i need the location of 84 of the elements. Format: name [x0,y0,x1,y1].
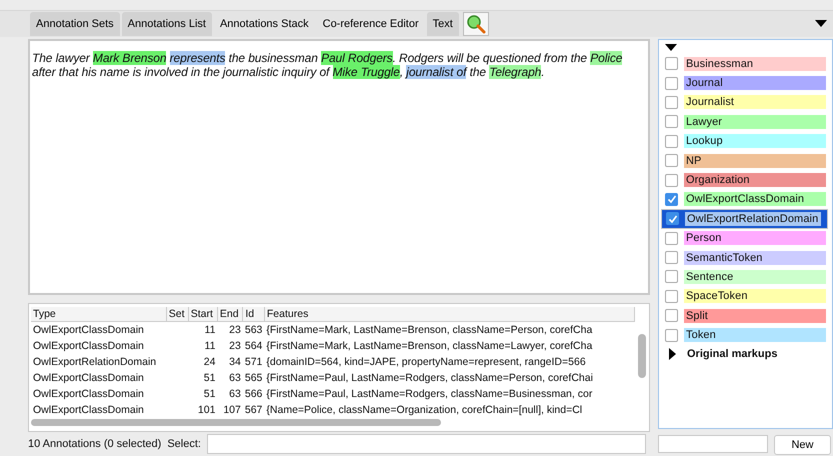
tab[interactable]: Text [426,12,459,36]
annotation-type-label[interactable]: Sentence [684,270,826,284]
table-cell: 11 [188,322,218,338]
tab[interactable]: Annotations List [122,12,212,36]
table-cell-text: {FirstName=Paul, LastName=Rodgers, className=Person, corefChai [265,371,594,386]
table-cell-text: 23 [228,339,242,354]
dropdown-icon[interactable] [815,20,827,28]
annotation-type-label[interactable]: OwlExportRelationDomain [685,212,821,226]
annotation-type-label[interactable]: Person [684,231,826,246]
annotation-count: 10 Annotations (0 selected) [28,438,162,450]
table-cell-text: 567 [244,403,264,418]
annotation-type-label[interactable]: OwlExportClassDomain [684,192,826,206]
checkbox[interactable] [665,290,678,303]
checkbox[interactable] [666,212,679,226]
column-header[interactable]: Start [188,307,218,322]
select-field[interactable] [206,434,646,454]
document-text-area[interactable] [28,39,650,295]
table-cell-text: 11 [204,339,216,354]
table-cell-text: OwlExportRelationDomain [32,355,158,370]
table-cell-text: 566 [244,387,264,402]
checkbox[interactable] [665,154,678,168]
table-cell: 23 [217,322,243,338]
checkbox[interactable] [665,96,678,109]
new-button[interactable]: New [774,435,831,455]
checkbox[interactable] [665,134,678,148]
selected-list-row[interactable]: OwlExportRelationDomain [661,209,828,229]
annotation-type-label[interactable]: Lookup [684,134,826,148]
checkbox[interactable] [665,251,678,264]
table-cell-text: 101 [196,403,216,418]
table-cell-text: 51 [202,387,216,402]
annotation-type-label[interactable]: Journalist [684,95,826,110]
table-cell-text: 571 [244,355,264,370]
checkbox[interactable] [665,192,678,206]
checkbox[interactable] [665,232,678,245]
table-cell-text: 107 [222,403,242,418]
checkbox[interactable] [665,270,678,284]
search-button[interactable] [462,12,489,36]
table-cell: OwlExportClassDomain [31,322,166,338]
table-cell-text: OwlExportClassDomain [32,339,145,354]
checkbox[interactable] [665,76,678,90]
table-cell: {FirstName=Mark, LastName=Brenson, className=Person, corefCha [264,322,634,338]
column-header[interactable]: Id [242,307,264,322]
select-label: Select: [167,438,201,450]
tab[interactable]: Co-reference Editor [316,12,425,36]
expand-icon[interactable] [669,348,677,360]
table-cell-text: 34 [228,355,242,370]
table-cell: 563 [242,322,264,338]
table-cell-text: OwlExportClassDomain [32,387,145,402]
table-cell-text: OwlExportClassDomain [32,403,145,418]
annotation-type-label[interactable]: Journal [684,76,826,90]
annotation-type-label[interactable]: Businessman [684,56,826,71]
new-type-field[interactable] [658,435,768,453]
group-label[interactable]: Original markups [687,348,778,360]
annotation-type-label[interactable]: SpaceToken [684,289,826,304]
annotation-type-label[interactable]: SemanticToken [684,250,826,265]
annotation-type-label[interactable]: Organization [684,173,826,188]
table-cell-text: 24 [202,355,216,370]
checkbox[interactable] [665,328,678,342]
table-cell-text: {FirstName=Mark, LastName=Brenson, className=Lawyer, corefCha [265,339,594,354]
annotation-type-label[interactable]: Split [684,308,826,323]
annotation-type-label[interactable]: NP [684,154,826,168]
tab[interactable]: Annotations Stack [214,12,315,36]
collapse-icon[interactable] [665,44,677,52]
tab[interactable]: Annotation Sets [30,12,120,36]
table-cell-text: 565 [244,371,264,386]
checkbox[interactable] [665,115,678,128]
checkbox[interactable] [665,57,678,70]
column-header[interactable]: Set [166,307,188,322]
column-header[interactable]: Type [31,307,166,322]
column-header[interactable]: Features [264,307,634,322]
table-cell-text: OwlExportClassDomain [32,371,145,386]
table-cell-text: {FirstName=Paul, LastName=Rodgers, className=Businessman, cor [265,387,594,402]
checkbox[interactable] [665,174,678,187]
annotation-type-label[interactable]: Lawyer [684,114,826,129]
table-cell-text: {Name=Police, className=Organization, corefChain=[null], kind=Cl [265,403,584,418]
table-cell-text: 564 [244,339,264,354]
table-cell-text: {domainID=564, kind=JAPE, propertyName=represent, rangeID=566 [265,355,587,370]
column-header[interactable]: End [217,307,243,322]
table-cell-text: 63 [228,371,242,386]
checkbox[interactable] [665,309,678,322]
search-icon [466,14,486,34]
table-cell-text: 51 [202,371,216,386]
annotation-type-label[interactable]: Token [684,328,826,342]
table-cell-text: 63 [228,387,242,402]
